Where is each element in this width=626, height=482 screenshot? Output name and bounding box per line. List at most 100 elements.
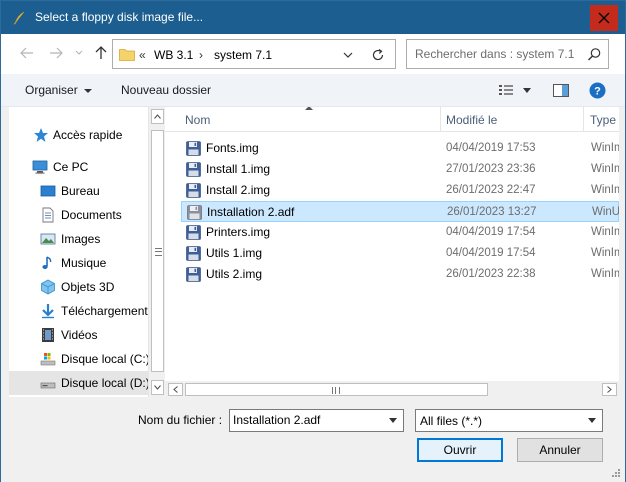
column-header-name[interactable]: Nom: [185, 113, 210, 127]
scroll-down-button[interactable]: [151, 380, 164, 395]
organize-button[interactable]: Organiser: [25, 83, 92, 97]
chevron-down-icon[interactable]: [389, 418, 397, 423]
chevron-down-icon[interactable]: [588, 418, 596, 423]
cancel-button[interactable]: Annuler: [517, 438, 603, 462]
chevron-right-icon: [607, 386, 612, 393]
sidebar-item-label: Téléchargements: [61, 304, 148, 318]
address-bar[interactable]: « WB 3.1 › system 7.1: [112, 39, 396, 69]
file-type: WinUA: [592, 206, 619, 218]
file-row[interactable]: Printers.img 04/04/2019 17:54 WinIm: [181, 222, 619, 243]
sidebar-item-label: Ce PC: [53, 160, 89, 174]
close-button[interactable]: [590, 5, 618, 31]
file-modified: 04/04/2019 17:54: [446, 226, 536, 238]
feather-icon: [13, 11, 25, 25]
view-list-icon[interactable]: [499, 85, 515, 95]
sidebar-item-videos[interactable]: Vidéos: [9, 323, 148, 347]
chevron-up-icon: [154, 114, 161, 119]
back-button[interactable]: [18, 44, 36, 62]
breadcrumb-separator[interactable]: ›: [199, 48, 203, 62]
floppy-disk-icon: [186, 267, 201, 282]
column-divider[interactable]: [440, 107, 441, 132]
filename-combobox[interactable]: [229, 409, 404, 432]
search-box[interactable]: [406, 39, 609, 69]
navigation-scrollbar[interactable]: [148, 107, 165, 397]
resize-grip-icon[interactable]: [609, 468, 621, 480]
scroll-thumb[interactable]: [151, 130, 164, 372]
close-icon: [598, 12, 610, 24]
search-input[interactable]: [415, 47, 580, 61]
up-button[interactable]: [92, 44, 110, 62]
file-name: Printers.img: [206, 225, 271, 239]
file-row[interactable]: Utils 2.img 26/01/2023 22:38 WinIm: [181, 264, 619, 285]
file-row-selected[interactable]: Installation 2.adf 26/01/2023 13:27 WinU…: [181, 201, 619, 222]
sidebar-item-3d-objects[interactable]: Objets 3D: [9, 275, 148, 299]
column-header-type[interactable]: Type: [590, 113, 616, 127]
new-folder-button[interactable]: Nouveau dossier: [121, 83, 211, 97]
sidebar-item-label: Vidéos: [61, 328, 98, 342]
sidebar-item-desktop[interactable]: Bureau: [9, 179, 148, 203]
arrow-up-icon: [95, 46, 107, 59]
drive-c-icon: [40, 353, 56, 366]
scroll-left-button[interactable]: [168, 383, 183, 396]
objects-3d-icon: [41, 279, 55, 295]
chevron-down-icon[interactable]: [341, 49, 355, 61]
file-row[interactable]: Install 1.img 27/01/2023 23:36 WinIm: [181, 159, 619, 180]
dialog-footer: Nom du fichier : All files (*.*) Ouvrir …: [1, 398, 625, 482]
search-icon[interactable]: [587, 47, 602, 62]
grip-icon: [155, 248, 162, 256]
sidebar-item-drive-c[interactable]: Disque local (C:): [9, 347, 148, 371]
file-row[interactable]: Install 2.img 26/01/2023 22:47 WinIm: [181, 180, 619, 201]
desktop-icon: [40, 185, 56, 197]
sidebar-item-pictures[interactable]: Images: [9, 227, 148, 251]
floppy-disk-icon: [187, 205, 202, 220]
organize-label: Organiser: [25, 83, 78, 97]
column-divider[interactable]: [583, 107, 584, 132]
sidebar-item-downloads[interactable]: Téléchargements: [9, 299, 148, 323]
breadcrumb-segment[interactable]: system 7.1: [214, 48, 272, 62]
scroll-up-button[interactable]: [151, 109, 164, 124]
downloads-icon: [42, 304, 54, 319]
caret-down-icon[interactable]: [523, 88, 531, 93]
drive-d-icon: [40, 382, 56, 389]
sidebar-item-documents[interactable]: Documents: [9, 203, 148, 227]
file-modified: 04/04/2019 17:53: [446, 142, 536, 154]
file-type: WinIm: [591, 142, 619, 154]
open-button[interactable]: Ouvrir: [417, 438, 503, 462]
scroll-right-button[interactable]: [602, 383, 617, 396]
sidebar-item-label: Accès rapide: [53, 128, 123, 142]
svg-text:?: ?: [594, 86, 601, 98]
file-row[interactable]: Fonts.img 04/04/2019 17:53 WinIm: [181, 138, 619, 159]
file-row[interactable]: Utils 1.img 04/04/2019 17:54 WinIm: [181, 243, 619, 264]
floppy-disk-icon: [186, 141, 201, 156]
breadcrumb-overflow[interactable]: «: [139, 48, 146, 62]
sidebar-item-quick-access[interactable]: Accès rapide: [9, 123, 148, 147]
arrow-right-icon: [50, 47, 63, 59]
grip-icon: [332, 387, 340, 394]
preview-pane-icon[interactable]: [553, 84, 569, 97]
videos-icon: [42, 328, 54, 342]
sidebar-item-drive-d[interactable]: Disque local (D:): [9, 371, 148, 395]
sidebar-item-label: Documents: [61, 208, 122, 222]
breadcrumb-segment[interactable]: WB 3.1: [154, 48, 193, 62]
navigation-pane: Accès rapide Ce PC Bureau Documents Imag…: [9, 107, 148, 397]
recent-locations-button[interactable]: [73, 44, 85, 62]
file-type: WinIm: [591, 184, 619, 196]
help-icon[interactable]: ?: [589, 82, 606, 99]
sidebar-item-label: Images: [61, 232, 101, 246]
refresh-icon[interactable]: [371, 48, 385, 62]
file-type: WinIm: [591, 247, 619, 259]
column-header-modified[interactable]: Modifié le: [446, 113, 497, 127]
file-type-select[interactable]: All files (*.*): [415, 409, 603, 432]
file-type: WinIm: [591, 163, 619, 175]
sidebar-item-music[interactable]: Musique: [9, 251, 148, 275]
filename-input[interactable]: [233, 413, 383, 427]
arrow-left-icon: [20, 47, 33, 59]
sidebar-item-this-pc[interactable]: Ce PC: [9, 155, 148, 179]
forward-button[interactable]: [47, 44, 65, 62]
floppy-disk-icon: [186, 183, 201, 198]
scroll-thumb[interactable]: [185, 383, 488, 396]
star-icon: [34, 128, 48, 142]
folder-icon: [119, 49, 135, 61]
pictures-icon: [40, 233, 56, 245]
file-list-horizontal-scrollbar[interactable]: [165, 381, 619, 398]
